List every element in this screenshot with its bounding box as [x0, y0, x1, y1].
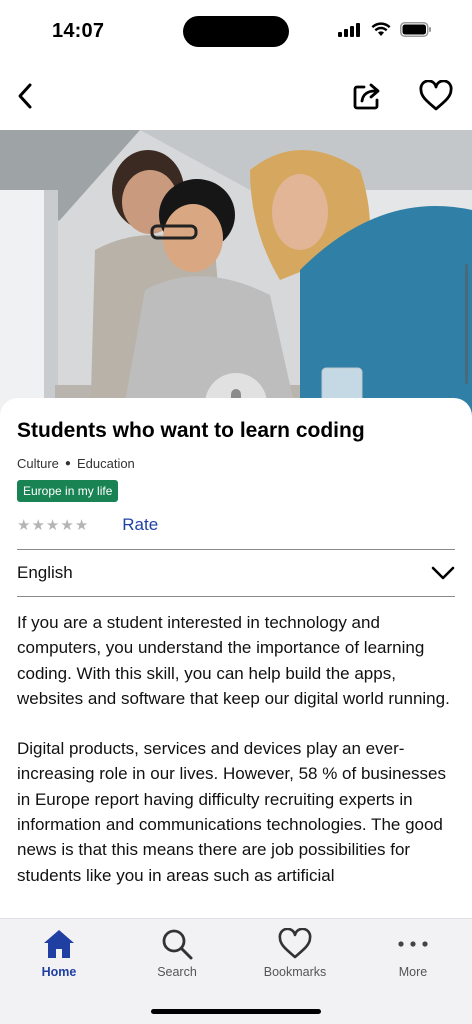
status-icons	[338, 22, 432, 37]
star-icon: ★	[74, 517, 89, 534]
tab-bookmarks[interactable]: Bookmarks	[236, 925, 354, 987]
language-value: English	[17, 563, 73, 582]
category-education: Education	[76, 456, 135, 471]
chevron-left-icon	[18, 83, 32, 109]
article-paragraph: Digital products, services and devices p…	[17, 739, 446, 885]
cellular-signal-icon	[338, 22, 360, 37]
language-select[interactable]: English	[17, 549, 455, 597]
star-icon: ★	[60, 517, 74, 534]
heart-icon	[419, 80, 453, 111]
wifi-icon	[371, 22, 391, 36]
battery-icon	[400, 22, 431, 37]
article-categories: Culture ● Education	[17, 456, 455, 471]
status-bar: 14:07	[0, 0, 472, 62]
home-indicator[interactable]	[151, 1009, 321, 1014]
rate-link[interactable]: Rate	[122, 515, 158, 535]
share-button[interactable]	[347, 76, 387, 116]
article-body: If you are a student interested in techn…	[17, 610, 455, 888]
search-icon	[162, 929, 193, 960]
topic-badge[interactable]: Europe in my life	[17, 480, 119, 502]
back-button[interactable]	[6, 76, 46, 116]
tab-search[interactable]: Search	[118, 925, 236, 987]
star-rating[interactable]: ★ ★ ★ ★ ★	[17, 516, 88, 534]
tab-label: More	[398, 965, 428, 979]
tab-label: Search	[157, 965, 197, 979]
tab-more[interactable]: More	[354, 925, 472, 987]
share-icon	[353, 83, 380, 110]
rating-row: ★ ★ ★ ★ ★ Rate	[17, 514, 455, 536]
chevron-down-icon	[431, 566, 455, 580]
home-icon	[44, 930, 74, 958]
scroll-indicator[interactable]	[465, 264, 468, 384]
favorite-button[interactable]	[416, 76, 456, 116]
star-icon: ★	[17, 517, 31, 534]
tab-label: Bookmarks	[263, 965, 327, 979]
status-time: 14:07	[52, 20, 105, 42]
article-paragraph: If you are a student interested in techn…	[17, 613, 450, 708]
tab-home[interactable]: Home	[0, 925, 118, 987]
star-icon: ★	[45, 517, 60, 534]
heart-icon	[278, 928, 312, 959]
separator-dot: ●	[64, 458, 71, 469]
category-culture: Culture	[17, 456, 59, 471]
dynamic-island	[183, 16, 289, 47]
more-icon	[398, 941, 428, 947]
star-icon: ★	[31, 517, 45, 534]
tab-label: Home	[41, 965, 77, 979]
article-title: Students who want to learn coding	[17, 419, 365, 442]
hero-image	[0, 130, 472, 430]
nav-header	[0, 62, 472, 130]
article-content: Students who want to learn coding Cultur…	[0, 398, 472, 918]
